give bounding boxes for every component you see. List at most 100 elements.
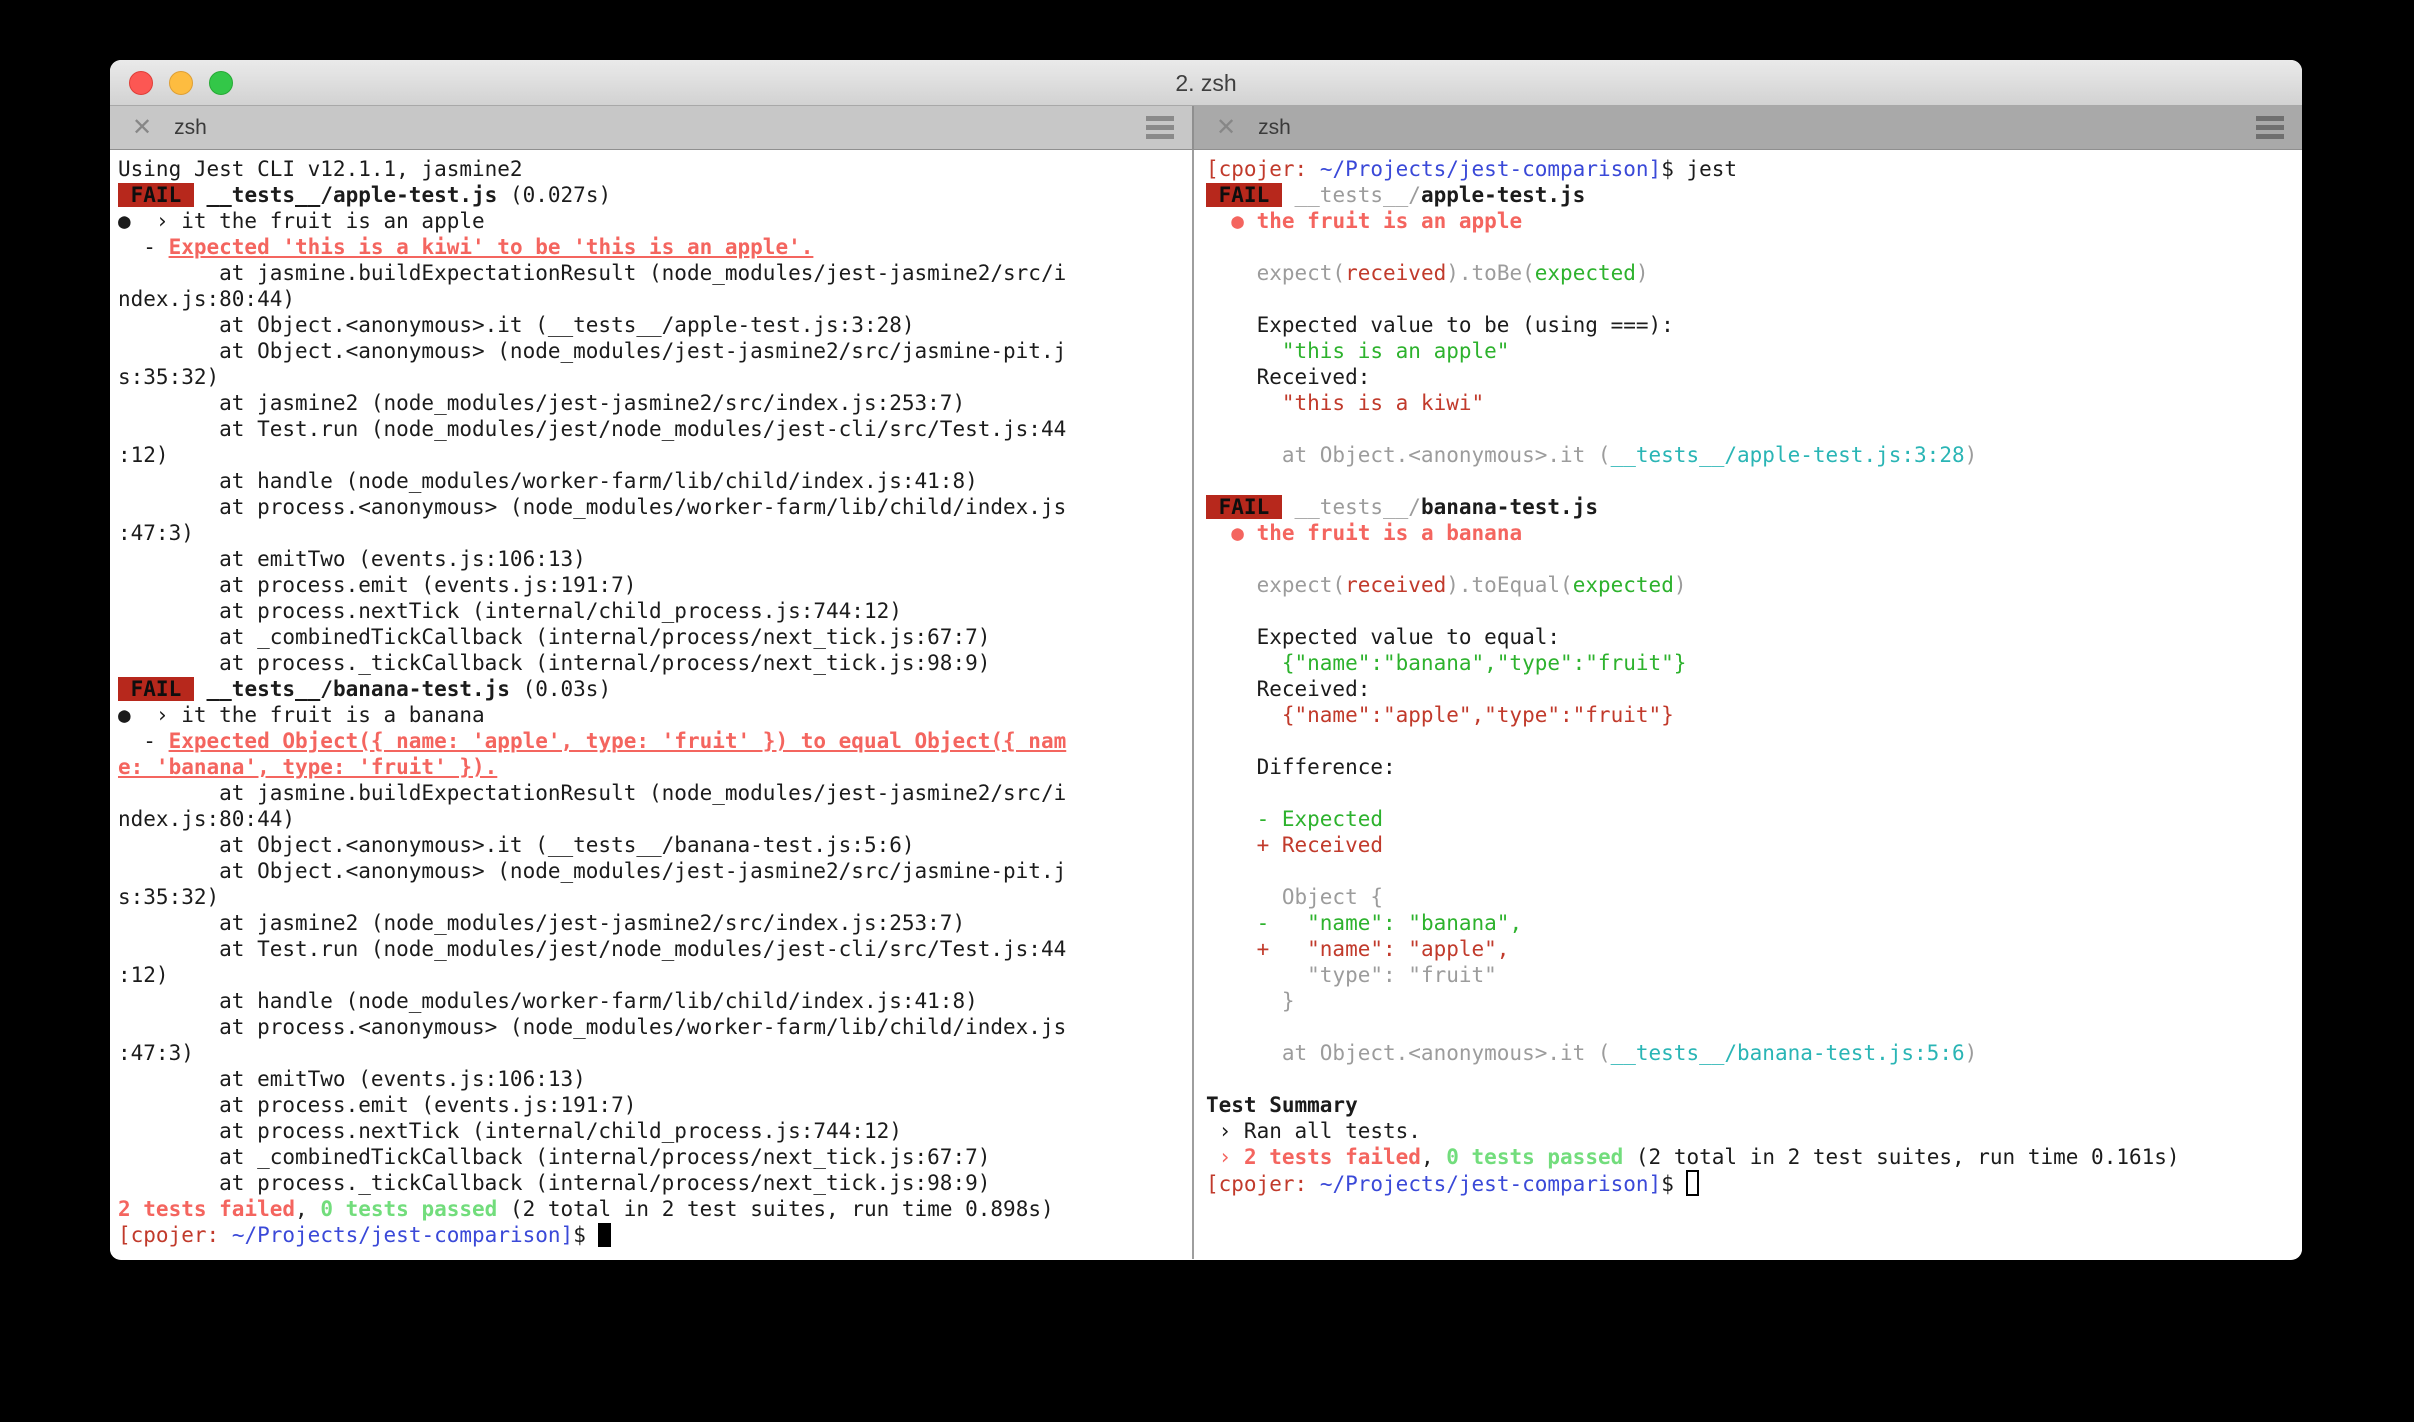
- text-segment: expected: [1572, 573, 1674, 597]
- tab-title[interactable]: zsh: [1258, 116, 1291, 140]
- close-tab-icon[interactable]: ✕: [1216, 115, 1236, 140]
- text-segment: [1206, 937, 1257, 961]
- text-segment: Test Summary: [1206, 1093, 1358, 1117]
- text-segment: ●: [1231, 521, 1244, 545]
- terminal-line: Test Summary: [1206, 1092, 2296, 1118]
- text-segment: › Ran all tests.: [1206, 1119, 1421, 1143]
- text-segment: [1244, 209, 1257, 233]
- terminal-line: at jasmine2 (node_modules/jest-jasmine2/…: [118, 390, 1186, 416]
- menu-icon[interactable]: [1146, 116, 1174, 139]
- terminal-line: at process.<anonymous> (node_modules/wor…: [118, 494, 1186, 520]
- text-segment: [1206, 651, 1282, 675]
- text-segment: Object {: [1281, 885, 1384, 909]
- terminal-line: :47:3): [118, 520, 1186, 546]
- terminal-line: Using Jest CLI v12.1.1, jasmine2: [118, 156, 1186, 182]
- terminal-line: at emitTwo (events.js:106:13): [118, 1066, 1186, 1092]
- menu-icon[interactable]: [2256, 116, 2284, 139]
- text-segment: [1206, 911, 1257, 935]
- text-segment: [1307, 1172, 1320, 1196]
- terminal-line: Expected value to equal:: [1206, 624, 2296, 650]
- terminal-line: › Ran all tests.: [1206, 1118, 2296, 1144]
- text-segment: at process._tickCallback (internal/proce…: [118, 651, 991, 675]
- text-segment: - Expected: [1256, 807, 1384, 831]
- terminal-line: FAIL __tests__/banana-test.js: [1206, 494, 2296, 520]
- text-segment: the fruit is an apple: [1256, 209, 1523, 233]
- terminal-line: :12): [118, 442, 1186, 468]
- terminal-line: ndex.js:80:44): [118, 806, 1186, 832]
- terminal-line: at process.nextTick (internal/child_proc…: [118, 1118, 1186, 1144]
- left-pane-tab-bar: ✕ zsh: [110, 106, 1192, 150]
- text-segment: [1206, 443, 1282, 467]
- left-terminal-pane[interactable]: Using Jest CLI v12.1.1, jasmine2 FAIL __…: [110, 150, 1192, 1259]
- terminal-line: at _combinedTickCallback (internal/proce…: [118, 1144, 1186, 1170]
- text-segment: expect(: [1256, 261, 1346, 285]
- text-segment: [1206, 1041, 1282, 1065]
- right-pane-tab-bar: ✕ zsh: [1194, 106, 2302, 150]
- terminal-line: at process.<anonymous> (node_modules/wor…: [118, 1014, 1186, 1040]
- text-segment: [1282, 183, 1295, 207]
- terminal-line: at Object.<anonymous>.it (__tests__/appl…: [1206, 442, 2296, 468]
- terminal-line: FAIL __tests__/apple-test.js (0.027s): [118, 182, 1186, 208]
- terminal-line: Object {: [1206, 884, 2296, 910]
- text-segment: $: [1661, 1172, 1687, 1196]
- text-segment: s:35:32): [118, 365, 220, 389]
- text-segment: "this is an apple": [1281, 339, 1510, 363]
- terminal-line: at Object.<anonymous>.it (__tests__/bana…: [118, 832, 1186, 858]
- terminal-line: FAIL __tests__/apple-test.js: [1206, 182, 2296, 208]
- title-bar[interactable]: 2. zsh: [110, 60, 2302, 106]
- fail-badge: FAIL: [1206, 495, 1282, 519]
- text-segment: (0.027s): [497, 183, 612, 207]
- terminal-line: at jasmine2 (node_modules/jest-jasmine2/…: [118, 910, 1186, 936]
- text-segment: Difference:: [1206, 755, 1396, 779]
- terminal-line: ● the fruit is an apple: [1206, 208, 2296, 234]
- text-segment: __tests__/banana-test.js: [206, 677, 510, 701]
- text-segment: [1244, 521, 1257, 545]
- text-segment: ): [1635, 261, 1649, 285]
- text-segment: ~/Projects/jest-comparison]: [1319, 157, 1662, 181]
- text-segment: ndex.js:80:44): [118, 807, 296, 831]
- terminal-line: :47:3): [118, 1040, 1186, 1066]
- text-segment: :47:3): [118, 1041, 194, 1065]
- text-segment: banana-test.js: [1420, 495, 1598, 519]
- text-segment: [1206, 573, 1257, 597]
- text-segment: :47:3): [118, 521, 194, 545]
- text-segment: at process.nextTick (internal/child_proc…: [118, 1119, 902, 1143]
- text-segment: at emitTwo (events.js:106:13): [118, 547, 586, 571]
- terminal-line: at Test.run (node_modules/jest/node_modu…: [118, 936, 1186, 962]
- text-segment: -: [118, 235, 169, 259]
- text-segment: ,: [1420, 1145, 1447, 1169]
- text-segment: 2 tests failed: [118, 1197, 296, 1221]
- close-tab-icon[interactable]: ✕: [132, 115, 152, 140]
- text-segment: [219, 1223, 232, 1247]
- terminal-line: FAIL __tests__/banana-test.js (0.03s): [118, 676, 1186, 702]
- text-segment: [cpojer:: [1206, 1172, 1308, 1196]
- terminal-line: "type": "fruit": [1206, 962, 2296, 988]
- tab-title[interactable]: zsh: [174, 116, 207, 140]
- text-segment: ,: [295, 1197, 321, 1221]
- text-segment: expect(: [1256, 573, 1346, 597]
- terminal-line: at _combinedTickCallback (internal/proce…: [118, 624, 1186, 650]
- terminal-cursor-solid: [598, 1223, 612, 1247]
- text-segment: at handle (node_modules/worker-farm/lib/…: [118, 469, 978, 493]
- text-segment: at process._tickCallback (internal/proce…: [118, 1171, 991, 1195]
- text-segment: 0 tests passed: [320, 1197, 498, 1221]
- terminal-line: at Object.<anonymous> (node_modules/jest…: [118, 858, 1186, 884]
- terminal-line: expect(received).toEqual(expected): [1206, 572, 2296, 598]
- terminal-line: at process.emit (events.js:191:7): [118, 572, 1186, 598]
- text-segment: received: [1345, 261, 1447, 285]
- text-segment: }: [1281, 989, 1295, 1013]
- terminal-line: {"name":"apple","type":"fruit"}: [1206, 702, 2296, 728]
- terminal-line: [cpojer: ~/Projects/jest-comparison]$ je…: [1206, 156, 2296, 182]
- right-terminal-pane[interactable]: [cpojer: ~/Projects/jest-comparison]$ je…: [1194, 150, 2302, 1259]
- text-segment: at process.<anonymous> (node_modules/wor…: [118, 495, 1067, 519]
- terminal-line: {"name":"banana","type":"fruit"}: [1206, 650, 2296, 676]
- text-segment: 0 tests passed: [1446, 1145, 1624, 1169]
- text-segment: {"name":"banana","type":"fruit"}: [1281, 651, 1687, 675]
- text-segment: __tests__/: [1294, 183, 1421, 207]
- terminal-line: Received:: [1206, 676, 2296, 702]
- text-segment: Expected value to be (using ===):: [1206, 313, 1674, 337]
